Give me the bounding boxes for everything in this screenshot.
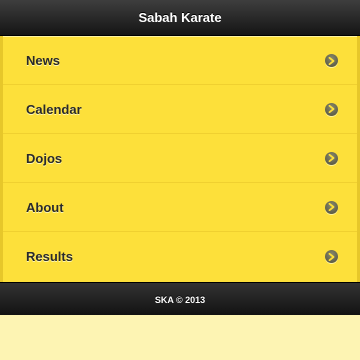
menu-item-about[interactable]: About: [3, 183, 357, 232]
chevron-right-icon: [325, 54, 338, 67]
menu-item-label: News: [26, 53, 60, 68]
main-menu: News Calendar Dojos About Results: [0, 36, 360, 282]
chevron-right-icon: [325, 250, 338, 263]
menu-item-dojos[interactable]: Dojos: [3, 134, 357, 183]
menu-item-results[interactable]: Results: [3, 232, 357, 281]
page-title: Sabah Karate: [138, 10, 222, 25]
menu-item-label: About: [26, 199, 64, 215]
footer-copyright: SKA © 2013: [154, 294, 206, 305]
menu-item-news[interactable]: News: [3, 36, 357, 85]
menu-item-calendar[interactable]: Calendar: [3, 85, 357, 134]
page: Sabah Karate News Calendar Dojos About R…: [0, 0, 360, 360]
chevron-right-icon: [325, 200, 338, 214]
menu-item-label: Dojos: [26, 150, 63, 166]
menu-item-label: Calendar: [26, 101, 82, 117]
menu-item-label: Results: [26, 249, 73, 264]
footer-bar: SKA © 2013: [0, 282, 360, 316]
header-bar: Sabah Karate: [0, 0, 360, 36]
page-background: [0, 315, 360, 360]
chevron-right-icon: [325, 151, 338, 165]
chevron-right-icon: [325, 102, 338, 116]
